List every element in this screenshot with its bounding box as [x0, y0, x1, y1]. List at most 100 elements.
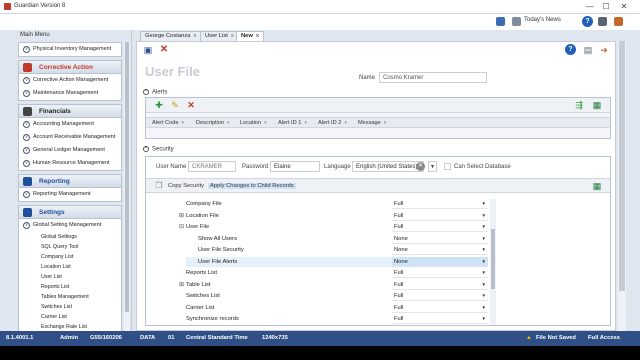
- menu-subitem[interactable]: Tables Management: [19, 292, 121, 302]
- expand-icon[interactable]: ⊞: [179, 213, 184, 219]
- news-icon[interactable]: [512, 17, 521, 26]
- close-tab-icon[interactable]: x: [193, 33, 196, 39]
- save-icon[interactable]: ▣: [143, 45, 153, 55]
- expand-circle-icon[interactable]: v: [23, 160, 30, 167]
- dropdown-arrow-icon[interactable]: ▼: [482, 316, 486, 321]
- expand-circle-icon[interactable]: v: [23, 46, 30, 53]
- edit-alert-icon[interactable]: ✎: [170, 100, 180, 110]
- menu-section-header[interactable]: Corrective Action: [19, 61, 121, 74]
- alert-column-header[interactable]: Description ▾: [196, 120, 230, 126]
- permission-row[interactable]: User File Alerts None ▼: [146, 256, 496, 268]
- dropdown-arrow-icon[interactable]: ▼: [482, 282, 486, 287]
- alert-column-header[interactable]: Location ▾: [240, 120, 267, 126]
- close-tab-icon[interactable]: x: [231, 33, 234, 39]
- dropdown-arrow-icon[interactable]: ▼: [482, 236, 486, 241]
- user-name-field[interactable]: CKRAMER: [188, 161, 236, 172]
- tab-user-list[interactable]: User List x: [200, 31, 239, 41]
- maximize-button[interactable]: ☐: [600, 1, 612, 12]
- todays-news-link[interactable]: Today's News: [524, 17, 561, 23]
- menu-item[interactable]: v Maintenance Management: [19, 87, 121, 100]
- permission-level-select[interactable]: Full ▼: [392, 291, 488, 301]
- menu-item[interactable]: v Account Receivable Management: [19, 131, 121, 144]
- permission-row[interactable]: ⊞ Table List Full ▼: [146, 280, 496, 291]
- delete-alert-icon[interactable]: ✕: [186, 100, 196, 110]
- add-alert-icon[interactable]: ✚: [154, 100, 164, 110]
- expand-circle-icon[interactable]: v: [23, 147, 30, 154]
- permission-level-select[interactable]: None ▼: [392, 234, 488, 244]
- menu-section-header[interactable]: Settings: [19, 206, 121, 219]
- permission-row[interactable]: Reports List Full ▼: [146, 268, 496, 279]
- collapse-icon[interactable]: ^: [143, 146, 149, 152]
- permission-row[interactable]: Switches List Full ▼: [146, 291, 496, 302]
- dropdown-arrow-icon[interactable]: ▼: [482, 270, 486, 275]
- alert-column-header[interactable]: Message ▾: [358, 120, 386, 126]
- filter-icon[interactable]: [496, 17, 505, 26]
- menu-item[interactable]: v Physical Inventory Management: [19, 43, 121, 56]
- menu-subitem[interactable]: SQL Query Tool: [19, 242, 121, 252]
- permission-level-select[interactable]: None ▼: [392, 245, 488, 255]
- menu-item[interactable]: v Reporting Management: [19, 188, 121, 201]
- alert-column-header[interactable]: Alert ID 1 ▾: [278, 120, 307, 126]
- dropdown-arrow-icon[interactable]: ▼: [482, 259, 486, 264]
- menu-item[interactable]: v Corrective Action Management: [19, 74, 121, 87]
- permission-row[interactable]: Company File Full ▼: [146, 199, 496, 210]
- expand-circle-icon[interactable]: v: [23, 191, 30, 198]
- export-icon[interactable]: ⇶: [574, 100, 584, 110]
- permission-level-select[interactable]: Full ▼: [392, 303, 488, 313]
- permission-level-select[interactable]: Full ▼: [392, 268, 488, 278]
- can-select-database-checkbox[interactable]: [444, 163, 451, 170]
- name-field[interactable]: Cosmo Kramer: [379, 72, 487, 83]
- expand-circle-icon[interactable]: v: [23, 222, 30, 229]
- close-window-button[interactable]: ✕: [618, 1, 630, 12]
- language-select[interactable]: English (United States): [352, 161, 424, 172]
- menu-section-header[interactable]: Reporting: [19, 175, 121, 188]
- language-dropdown-icon[interactable]: ▼: [428, 161, 437, 172]
- menu-subitem[interactable]: Global Settings: [19, 232, 121, 242]
- menu-section-header[interactable]: Financials: [19, 105, 121, 118]
- collapse-icon[interactable]: ^: [143, 89, 149, 95]
- menu-subitem[interactable]: Location List: [19, 262, 121, 272]
- expand-circle-icon[interactable]: v: [23, 134, 30, 141]
- menu-subitem[interactable]: Company List: [19, 252, 121, 262]
- menu-scrollbar[interactable]: [124, 42, 130, 344]
- print-icon[interactable]: ▤: [583, 45, 593, 55]
- close-tab-icon[interactable]: x: [256, 33, 259, 39]
- filter-icon[interactable]: ▾: [181, 120, 184, 126]
- menu-item[interactable]: v Accounting Management: [19, 118, 121, 131]
- pin-icon[interactable]: ▪: [20, 31, 124, 37]
- menu-item[interactable]: v General Ledger Management: [19, 144, 121, 157]
- menu-item[interactable]: v Human Resource Management: [19, 157, 121, 170]
- password-field[interactable]: Elaine: [270, 161, 320, 172]
- permissions-scrollbar[interactable]: [490, 199, 496, 325]
- dropdown-arrow-icon[interactable]: ▼: [482, 213, 486, 218]
- alert-column-header[interactable]: Alert ID 2 ▾: [318, 120, 347, 126]
- menu-subitem[interactable]: Switches List: [19, 302, 121, 312]
- permission-level-select[interactable]: None ▼: [392, 256, 488, 267]
- permission-level-select[interactable]: Full ▼: [392, 280, 488, 290]
- alert-column-header[interactable]: Alert Code ▾: [152, 120, 184, 126]
- permission-level-select[interactable]: Full ▼: [392, 199, 488, 209]
- permission-level-select[interactable]: Full ▼: [392, 222, 488, 232]
- collapse-icon[interactable]: ⊟: [179, 224, 184, 230]
- cancel-icon[interactable]: ✕: [159, 45, 169, 55]
- help-icon[interactable]: ?: [582, 16, 593, 27]
- expand-icon[interactable]: ⊞: [179, 282, 184, 288]
- filter-icon[interactable]: ▾: [227, 120, 230, 126]
- dropdown-arrow-icon[interactable]: ▼: [482, 224, 486, 229]
- tab-new[interactable]: New x: [236, 31, 265, 41]
- menu-subitem[interactable]: User List: [19, 272, 121, 282]
- form-help-icon[interactable]: ?: [565, 44, 576, 55]
- menu-subitem[interactable]: Reports List: [19, 282, 121, 292]
- permission-row[interactable]: ⊞ Location File Full ▼: [146, 211, 496, 222]
- dropdown-arrow-icon[interactable]: ▼: [482, 305, 486, 310]
- expand-circle-icon[interactable]: v: [23, 121, 30, 128]
- security-excel-icon[interactable]: ▦: [592, 181, 602, 191]
- dropdown-arrow-icon[interactable]: ▼: [482, 201, 486, 206]
- permission-level-select[interactable]: Full ▼: [392, 314, 488, 324]
- expand-circle-icon[interactable]: v: [23, 77, 30, 84]
- monitor-icon[interactable]: [598, 17, 607, 26]
- filter-icon[interactable]: ▾: [384, 120, 387, 126]
- dropdown-arrow-icon[interactable]: ▼: [482, 293, 486, 298]
- dropdown-arrow-icon[interactable]: ▼: [482, 247, 486, 252]
- filter-icon[interactable]: ▾: [344, 120, 347, 126]
